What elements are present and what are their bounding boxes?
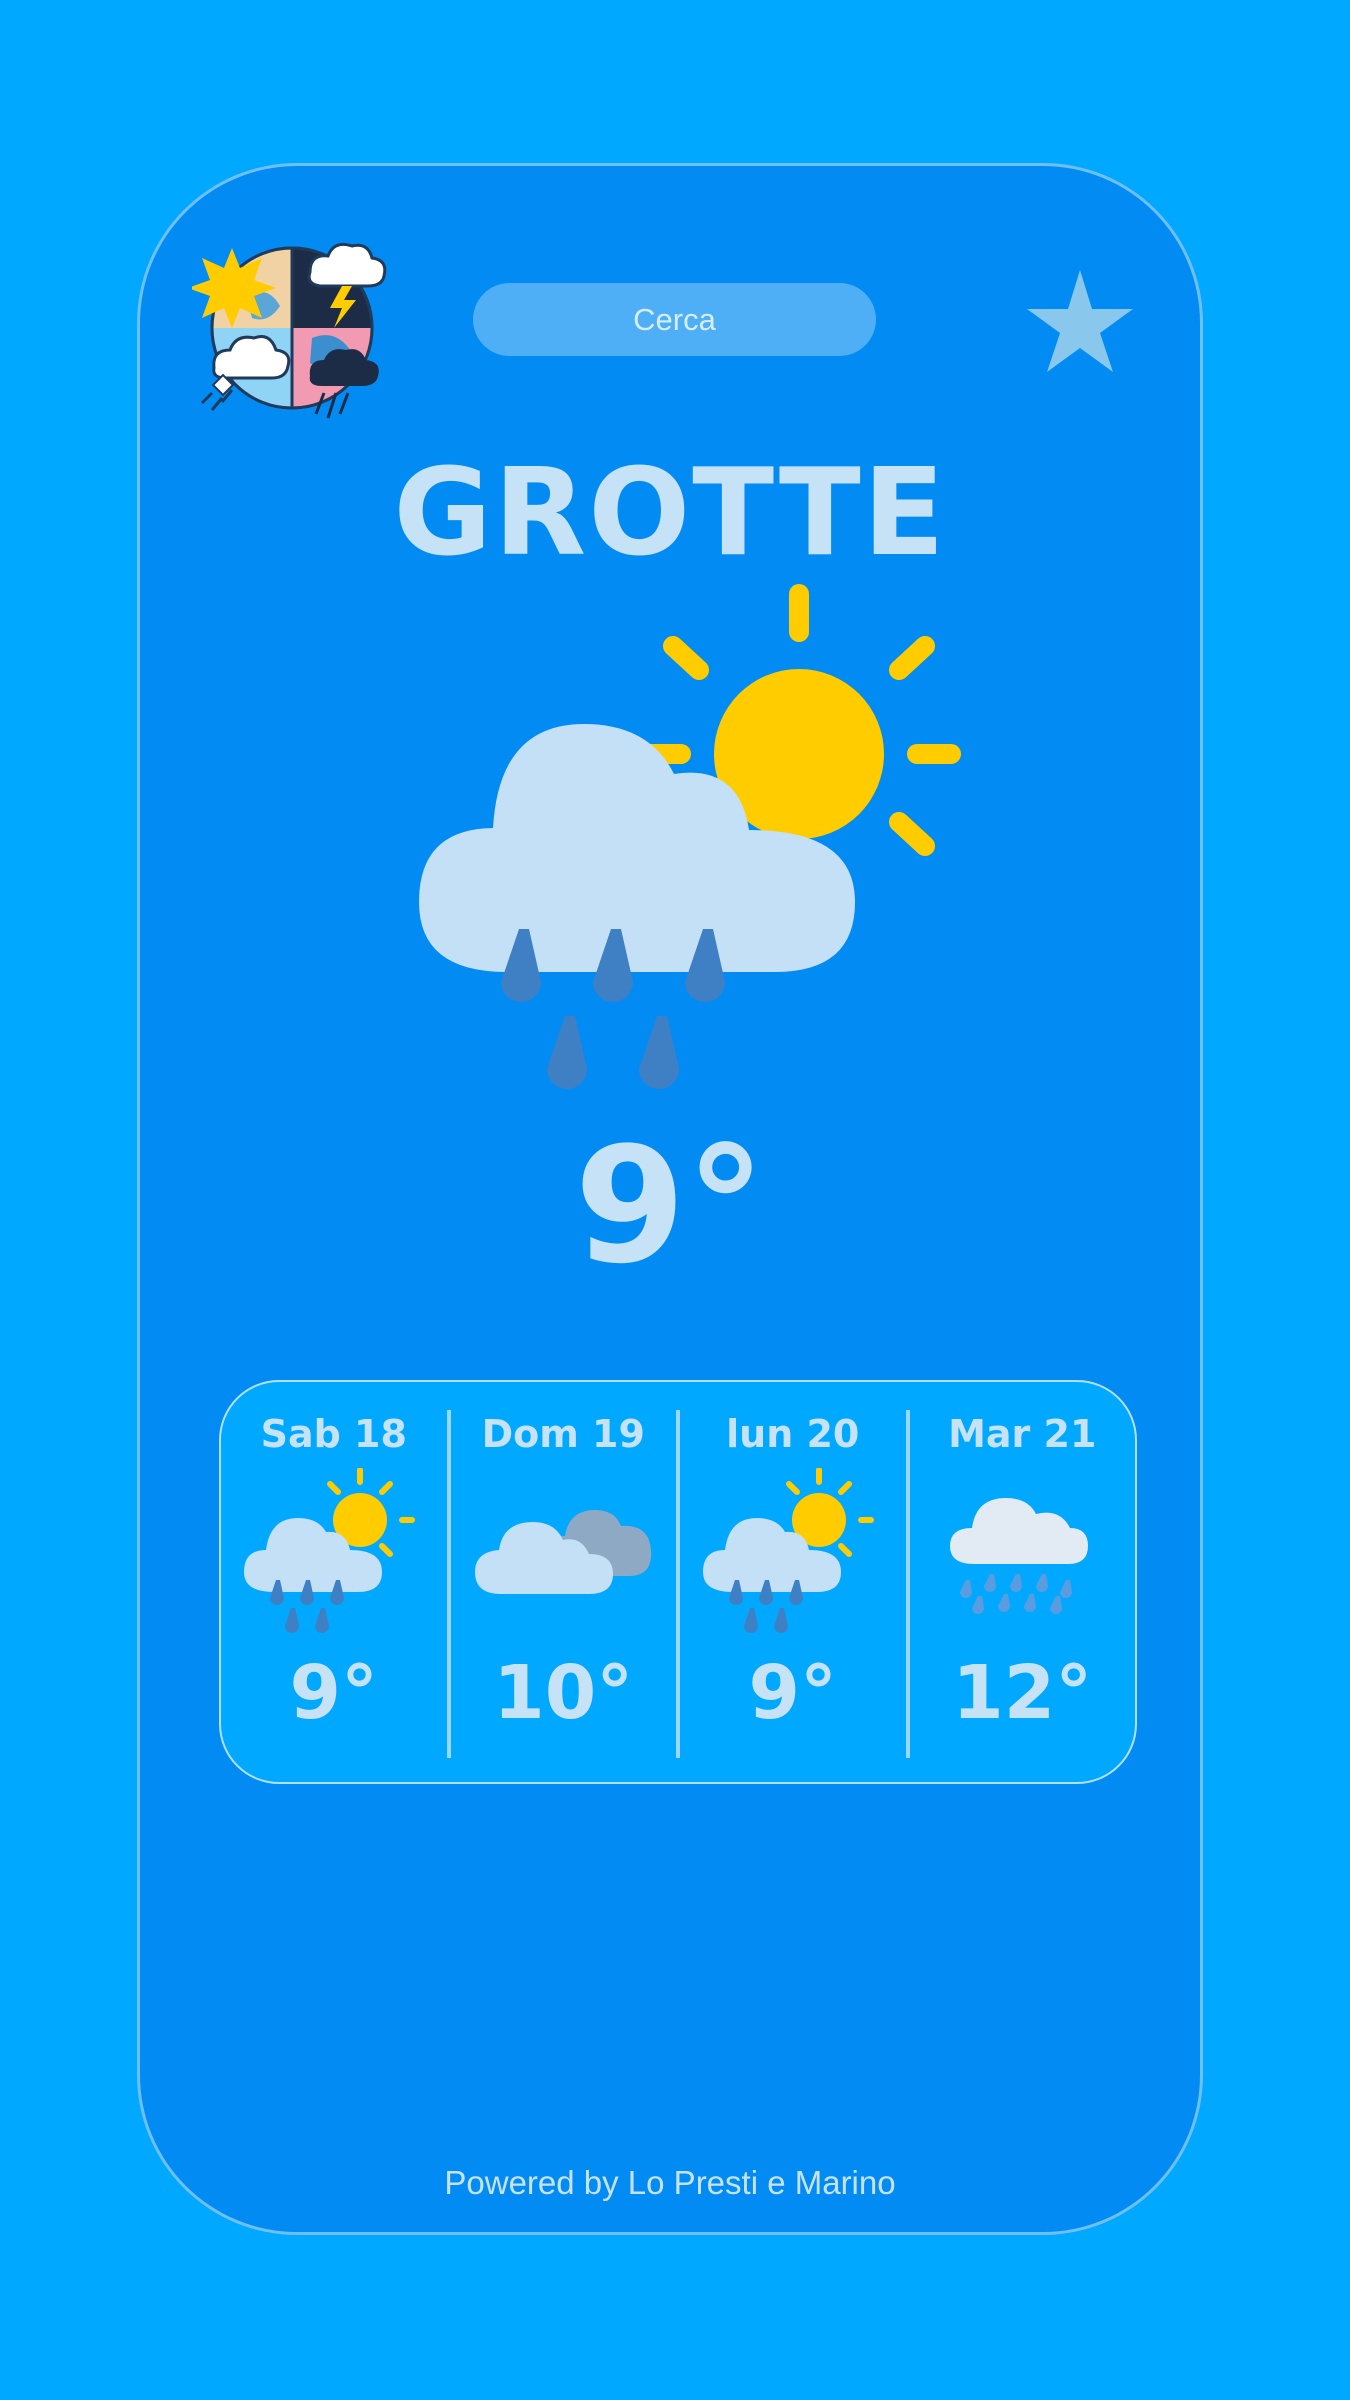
- search-input[interactable]: [473, 283, 876, 356]
- forecast-day-temperature: 12°: [952, 1650, 1093, 1736]
- forecast-day-temperature: 9°: [748, 1650, 838, 1736]
- forecast-day-label: Mar 21: [948, 1412, 1097, 1456]
- forecast-day-temperature: 10°: [493, 1650, 634, 1736]
- current-temperature: 9°: [574, 1112, 766, 1299]
- forecast-panel: Sab 18 9° Dom 19 10° lun 20 9° Mar 21 12…: [219, 1380, 1137, 1784]
- weather-card: GROTTE 9° Sab 18: [137, 163, 1203, 2235]
- forecast-day-label: Dom 19: [481, 1412, 645, 1456]
- city-name: GROTTE: [393, 444, 947, 583]
- forecast-day[interactable]: Dom 19 10°: [446, 1410, 677, 1758]
- sun-cloud-rain-icon: [419, 584, 961, 1089]
- footer-credit: Powered by Lo Presti e Marino: [444, 2164, 896, 2201]
- star-icon[interactable]: [1027, 270, 1133, 372]
- forecast-day-label: Sab 18: [260, 1412, 407, 1456]
- sun-cloud-rain-icon: [702, 1468, 874, 1633]
- forecast-day[interactable]: lun 20 9°: [676, 1410, 906, 1758]
- cloudy-icon: [475, 1510, 652, 1594]
- forecast-day-label: lun 20: [726, 1412, 860, 1456]
- forecast-day[interactable]: Mar 21 12°: [905, 1410, 1136, 1758]
- forecast-day-temperature: 9°: [289, 1650, 379, 1736]
- sun-cloud-rain-icon: [243, 1468, 415, 1633]
- forecast-day[interactable]: Sab 18 9°: [221, 1410, 447, 1758]
- weather-globe-logo-icon: [192, 242, 387, 419]
- cloud-rain-icon: [950, 1498, 1089, 1614]
